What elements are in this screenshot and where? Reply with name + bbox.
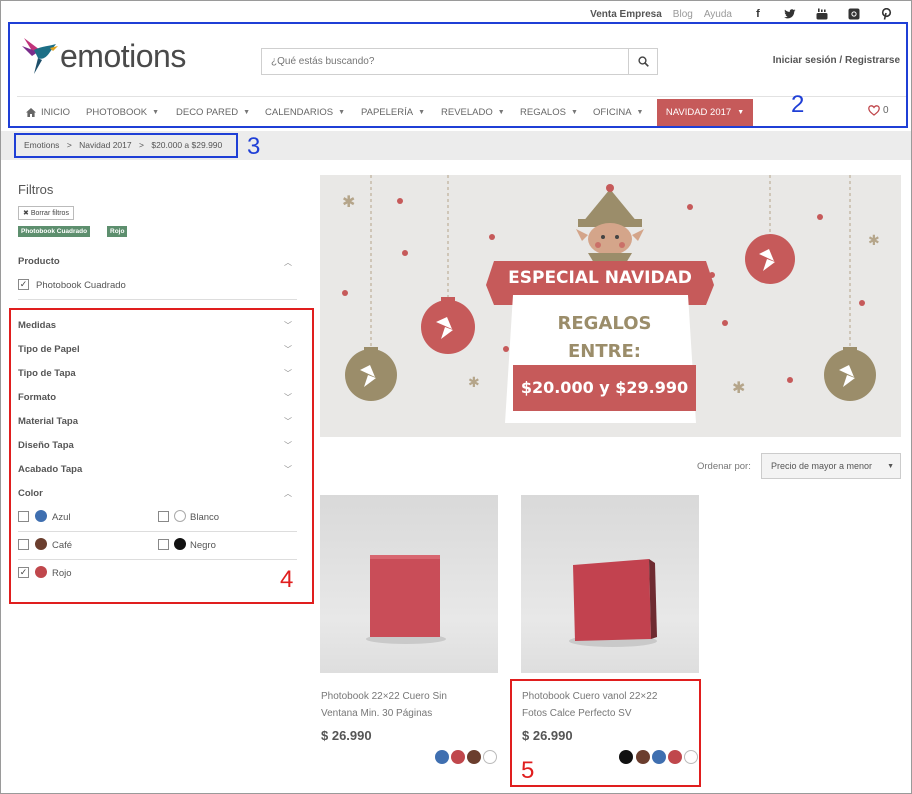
close-icon: ✖ [23, 210, 29, 217]
product-color-swatch[interactable] [483, 750, 497, 764]
filter-checkbox-photobook-cuadrado[interactable]: ✓ [18, 279, 29, 290]
product-name-line: Photobook 22×22 Cuero Sin [321, 691, 447, 702]
sort-value: Precio de mayor a menor [771, 461, 873, 471]
filter-section-producto[interactable]: Producto [18, 256, 60, 267]
product-image[interactable] [521, 495, 699, 673]
chevron-up-icon[interactable]: ︿ [284, 257, 292, 268]
product-photo [366, 555, 446, 644]
clear-filters-label: Borrar filtros [30, 210, 69, 217]
product-price: $ 26.990 [321, 728, 372, 743]
svg-text:✱: ✱ [732, 378, 745, 397]
banner-price-range: $20.000 y $29.990 [520, 378, 689, 397]
clear-filters-button[interactable]: ✖ Borrar filtros [18, 206, 74, 220]
twitter-icon[interactable] [784, 8, 796, 20]
filter-option-label: Photobook Cuadrado [36, 280, 126, 291]
banner-artwork: ✱ ✱ ✱ ✱ [342, 175, 880, 423]
ornament-red-left [421, 297, 475, 354]
link-venta-empresa[interactable]: Venta Empresa [590, 9, 662, 20]
caret-down-icon: ▼ [884, 462, 894, 470]
product-image[interactable] [320, 495, 498, 673]
annotation-number-2: 2 [791, 91, 805, 118]
active-filter-tag[interactable]: Rojo [107, 226, 128, 237]
product-photo [569, 559, 657, 647]
product-name-line: Ventana Min. 30 Páginas [321, 708, 433, 719]
link-ayuda[interactable]: Ayuda [704, 9, 732, 20]
ornament-gold-right [824, 347, 876, 401]
banner-line-2: ENTRE: [568, 341, 641, 362]
active-filter-tag[interactable]: Photobook Cuadrado [18, 226, 91, 237]
youtube-icon[interactable] [816, 8, 828, 20]
sort-select[interactable]: Precio de mayor a menor ▼ [761, 453, 901, 479]
ornament-gold-left [345, 347, 397, 401]
instagram-icon[interactable] [848, 8, 860, 20]
annotation-box-2 [8, 22, 908, 128]
divider [18, 299, 297, 300]
ornament-red-right [745, 234, 795, 284]
pinterest-icon[interactable] [880, 8, 892, 20]
christmas-banner[interactable]: ✱ ✱ ✱ ✱ ESPECIAL NAVIDAD REGALOS ENTRE: … [320, 175, 901, 437]
elf-illustration [576, 184, 644, 263]
facebook-icon[interactable]: f [752, 8, 764, 20]
svg-text:✱: ✱ [868, 233, 880, 249]
product-color-swatch[interactable] [451, 750, 465, 764]
annotation-number-3: 3 [247, 133, 261, 160]
sort-label: Ordenar por: [697, 461, 751, 472]
banner-line-1: REGALOS [557, 313, 652, 334]
banner-headline: ESPECIAL NAVIDAD [508, 268, 692, 288]
svg-text:✱: ✱ [468, 375, 480, 391]
annotation-box-4 [9, 308, 314, 604]
annotation-box-3 [14, 133, 238, 158]
svg-text:✱: ✱ [342, 192, 355, 211]
filters-title: Filtros [18, 182, 54, 197]
annotation-number-4: 4 [280, 566, 294, 593]
annotation-box-5 [510, 679, 701, 787]
product-color-swatch[interactable] [467, 750, 481, 764]
annotation-number-5: 5 [521, 757, 535, 784]
product-name[interactable]: Photobook 22×22 Cuero Sin Ventana Min. 3… [321, 688, 447, 722]
link-blog[interactable]: Blog [673, 9, 693, 20]
product-color-swatch[interactable] [435, 750, 449, 764]
